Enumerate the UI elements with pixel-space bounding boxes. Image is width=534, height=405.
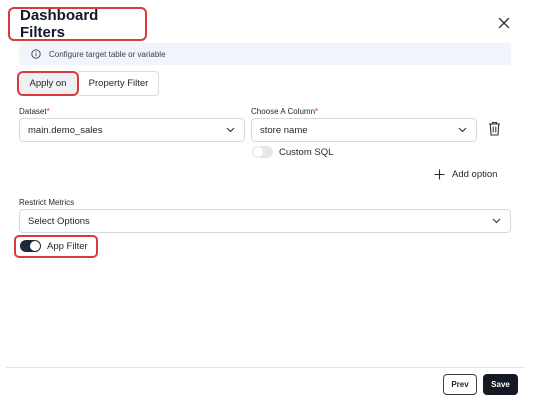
info-text: Configure target table or variable xyxy=(49,49,166,59)
footer-divider xyxy=(6,367,525,368)
column-label: Choose A Column* xyxy=(251,107,318,116)
column-value: store name xyxy=(260,124,308,136)
chevron-down-icon xyxy=(492,218,501,224)
app-filter-toggle[interactable]: App Filter xyxy=(20,240,88,252)
tab-apply-on[interactable]: Apply on xyxy=(17,71,79,96)
required-mark: * xyxy=(46,107,50,116)
chevron-down-icon xyxy=(226,127,235,133)
trash-icon[interactable] xyxy=(488,121,501,136)
close-icon[interactable] xyxy=(496,15,512,31)
add-option-label: Add option xyxy=(452,169,498,180)
dataset-value: main.demo_sales xyxy=(28,124,103,136)
column-label-text: Choose A Column xyxy=(251,107,316,116)
toggle-switch-off[interactable] xyxy=(252,146,273,158)
plus-icon xyxy=(434,169,445,180)
restrict-metrics-select[interactable]: Select Options xyxy=(19,209,511,233)
add-option-button[interactable]: Add option xyxy=(434,169,497,180)
custom-sql-label: Custom SQL xyxy=(279,146,334,158)
column-select[interactable]: store name xyxy=(251,118,477,142)
tab-property-filter[interactable]: Property Filter xyxy=(79,71,159,96)
restrict-metrics-placeholder: Select Options xyxy=(28,215,90,227)
required-mark: * xyxy=(315,107,319,116)
save-button[interactable]: Save xyxy=(483,374,518,395)
custom-sql-toggle[interactable]: Custom SQL xyxy=(252,146,333,158)
app-filter-label: App Filter xyxy=(47,240,88,252)
info-icon xyxy=(31,49,41,59)
toggle-switch-on[interactable] xyxy=(20,240,41,252)
title-highlight: Dashboard Filters xyxy=(8,7,147,41)
restrict-metrics-label: Restrict Metrics xyxy=(19,198,75,207)
dataset-label: Dataset* xyxy=(19,107,50,116)
dataset-select[interactable]: main.demo_sales xyxy=(19,118,245,142)
dataset-label-text: Dataset xyxy=(19,107,47,116)
chevron-down-icon xyxy=(458,127,467,133)
prev-button[interactable]: Prev xyxy=(443,374,477,395)
info-banner: Configure target table or variable xyxy=(19,43,511,65)
dialog-title: Dashboard Filters xyxy=(20,7,99,41)
